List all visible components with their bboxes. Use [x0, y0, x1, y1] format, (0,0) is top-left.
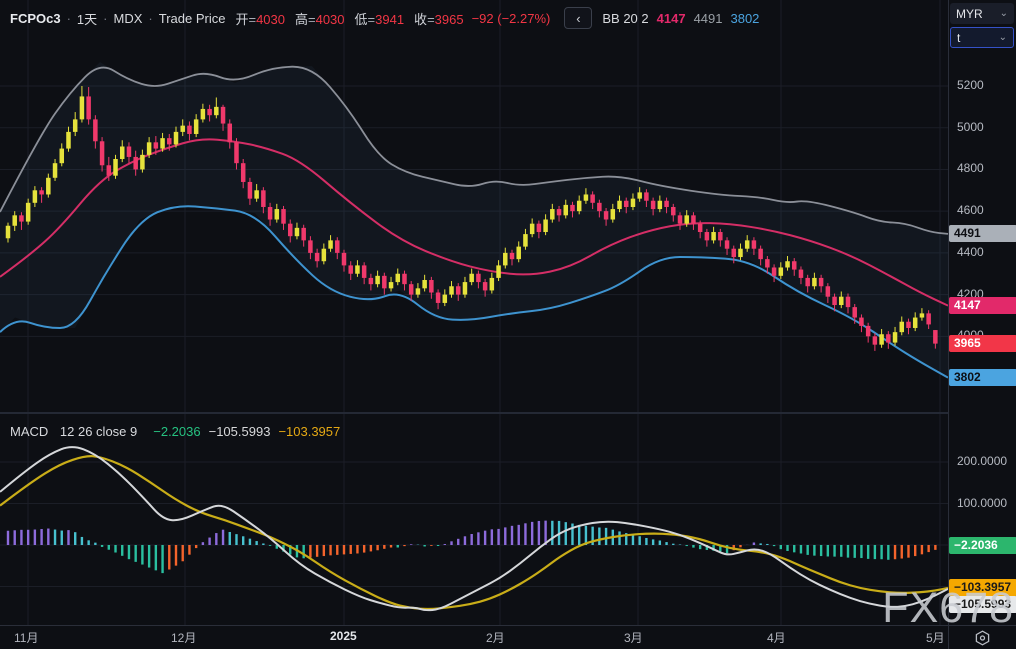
macd-indicator-name: MACD 12 26 close 9 — [10, 423, 138, 439]
open-field: 开=4030 — [235, 11, 285, 27]
symbol-name[interactable]: FCPOc3 — [10, 11, 61, 26]
fx678-watermark: FX678 — [882, 584, 1014, 632]
chevron-down-icon: ⌄ — [998, 31, 1007, 43]
low-field: 低=3941 — [354, 11, 405, 27]
time-label-12月: 12月 — [171, 631, 197, 645]
high-field: 高=4030 — [294, 11, 345, 27]
bb-upper-value: 4491 — [693, 10, 723, 26]
time-label-2025: 2025 — [330, 629, 357, 643]
price-tick-4800: 4800 — [957, 161, 984, 176]
collapse-indicators-button[interactable]: ‹ — [564, 7, 593, 29]
time-label-11月: 11月 — [14, 631, 39, 645]
macd-signal-value: −103.3957 — [278, 423, 341, 439]
pane-separator[interactable] — [0, 412, 948, 414]
chart-canvas[interactable] — [0, 0, 1016, 649]
unit-select-value: t — [957, 30, 961, 45]
bb-lower-value: 3802 — [730, 10, 760, 26]
price-axis[interactable]: 5200500048004600440042004000200.0000100.… — [949, 0, 1016, 625]
price-type-label: Trade Price — [158, 10, 226, 26]
price-tick-5000: 5000 — [957, 119, 984, 134]
currency-select-value: MYR — [956, 6, 983, 21]
price-tick-4400: 4400 — [957, 244, 984, 259]
axis-unit-selectors: MYR ⌄ t ⌄ — [950, 3, 1014, 51]
price-badge-3965: 3965 — [949, 335, 1016, 353]
bb-indicator-name: BB 20 2 — [602, 10, 649, 26]
time-axis[interactable]: 11月 12月 2025 2月 3月 4月 5月 — [0, 626, 948, 649]
trading-chart-window: FCPOc3 · 1天 · MDX · Trade Price 开=4030 高… — [0, 0, 1016, 649]
separator-dot: · — [148, 10, 153, 26]
bb-indicator-legend[interactable]: BB 20 2 4147 4491 3802 — [602, 11, 759, 26]
macd-tick: 100.0000 — [957, 495, 1008, 510]
chevron-down-icon: ⌄ — [999, 7, 1008, 19]
price-badge-4491: 4491 — [949, 225, 1016, 243]
separator-dot: · — [103, 10, 108, 26]
macd-line-value: −105.5993 — [208, 423, 271, 439]
price-badge-4147: 4147 — [949, 297, 1016, 315]
macd-badge: −2.2036 — [949, 537, 1016, 555]
macd-indicator-legend[interactable]: MACD 12 26 close 9 −2.2036 −105.5993 −10… — [10, 422, 348, 440]
macd-tick: 200.0000 — [957, 454, 1008, 468]
macd-histogram-value: −2.2036 — [153, 423, 201, 439]
time-label-4月: 4月 — [767, 631, 786, 645]
price-tick-4600: 4600 — [957, 203, 984, 218]
change-value: −92 (−2.27%) — [471, 10, 551, 26]
separator-dot: · — [66, 10, 71, 26]
time-label-3月: 3月 — [624, 631, 643, 645]
price-badge-3802: 3802 — [949, 369, 1016, 387]
price-tick-5200: 5200 — [957, 78, 984, 92]
exchange-label: MDX — [113, 10, 143, 26]
chart-legend: FCPOc3 · 1天 · MDX · Trade Price 开=4030 高… — [10, 7, 759, 29]
close-field: 收=3965 — [414, 11, 464, 27]
currency-select[interactable]: MYR ⌄ — [950, 3, 1014, 24]
bb-basis-value: 4147 — [656, 10, 686, 26]
time-label-2月: 2月 — [486, 631, 505, 645]
interval-label[interactable]: 1天 — [77, 9, 97, 28]
unit-select[interactable]: t ⌄ — [950, 27, 1014, 48]
